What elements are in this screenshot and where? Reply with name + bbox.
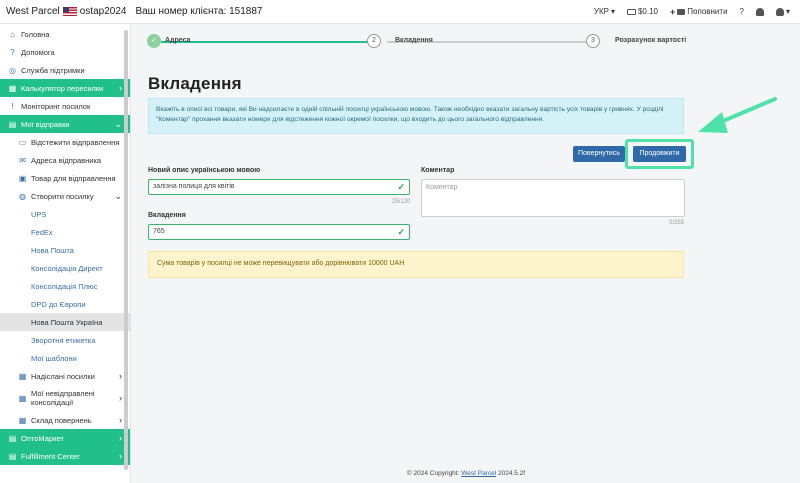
chevron-right-icon: › xyxy=(119,371,122,381)
track-icon: ▭ xyxy=(18,137,27,147)
chevron-right-icon: › xyxy=(119,415,122,425)
info-alert: Вкажіть в описі всі товари, які Ви надси… xyxy=(148,98,684,134)
sidebar-item-support[interactable]: ◎ Служба підтримки xyxy=(0,61,130,79)
support-icon: ◎ xyxy=(9,65,16,75)
brand-name[interactable]: West Parcel xyxy=(6,6,60,17)
sidebar-item-returns-warehouse[interactable]: ▦ Склад повернень › xyxy=(0,411,130,429)
sidebar-item-templates[interactable]: Мої шаблони xyxy=(0,349,130,367)
chevron-right-icon: › xyxy=(119,451,122,461)
sidebar-item-fedex[interactable]: FedEx xyxy=(0,223,130,241)
sidebar-item-my-shipments[interactable]: ▤ Мої відправки ⌄ xyxy=(0,115,130,133)
sidebar-item-optomarket[interactable]: ▤ ОптоМаркет › xyxy=(0,429,130,447)
description-input[interactable]: залізна полиця для квітів ✓ xyxy=(148,179,410,195)
chevron-right-icon: › xyxy=(119,392,122,403)
user-icon xyxy=(775,7,784,16)
check-icon: ✓ xyxy=(397,227,405,237)
sidebar-item-create-parcel[interactable]: ◍ Створити посилку ⌄ xyxy=(0,187,130,205)
sidebar-item-monitoring[interactable]: ! Моніторинг посилок xyxy=(0,97,130,115)
sidebar-item-dpd-europe[interactable]: DPD до Європи xyxy=(0,295,130,313)
comment-textarea[interactable]: Коментар xyxy=(421,179,685,217)
calculator-icon: ▦ xyxy=(8,83,17,93)
caret-down-icon: ▾ xyxy=(610,7,615,16)
help-link[interactable]: ? xyxy=(740,7,744,16)
sidebar-item-ups[interactable]: UPS xyxy=(0,205,130,223)
user-menu[interactable]: ▾ xyxy=(775,7,790,16)
create-icon: ◍ xyxy=(19,191,26,201)
client-number: Ваш номер клієнта: 151887 xyxy=(135,6,263,17)
next-button[interactable]: Продовжити xyxy=(633,146,686,162)
warehouse-icon: ▦ xyxy=(18,415,27,425)
plus-icon: + xyxy=(670,6,676,17)
fulfillment-icon: ▤ xyxy=(8,451,17,461)
sidebar-item-nova-poshta[interactable]: Нова Пошта xyxy=(0,241,130,259)
username[interactable]: ostap2024 xyxy=(80,6,127,17)
comment-label: Коментар xyxy=(421,167,455,174)
sidebar-scrollbar[interactable] xyxy=(124,30,128,470)
step-3-label: Розрахунок вартості xyxy=(615,37,687,44)
language-selector[interactable]: УКР ▾ xyxy=(594,7,615,16)
balance[interactable]: $0.10 xyxy=(626,7,658,16)
progress-steps: ✓ Адреса 2 Вкладення 3 Розрахунок вартос… xyxy=(147,33,707,49)
brand[interactable]: West Parcel ostap2024 xyxy=(0,6,126,17)
step-line-complete xyxy=(161,41,373,43)
check-icon: ✓ xyxy=(397,182,405,192)
footer: © 2024 Copyright: West Parcel 2024.5.2f xyxy=(406,470,526,477)
chevron-right-icon: › xyxy=(119,433,122,443)
sidebar-item-track[interactable]: ▭ Відстежити відправлення xyxy=(0,133,130,151)
comment-counter: 0/255 xyxy=(669,220,685,226)
unsent-icon: ▦ xyxy=(18,393,27,403)
step-3-number: 3 xyxy=(586,34,600,48)
step-2-number: 2 xyxy=(367,34,381,48)
sidebar-item-sender-address[interactable]: ✉ Адреса відправника xyxy=(0,151,130,169)
next-button-highlight: Продовжити xyxy=(625,139,694,169)
sidebar-item-nova-poshta-ukraine[interactable]: Нова Пошта Україна xyxy=(0,313,130,331)
sidebar-item-calculator[interactable]: ▦ Калькулятор пересилки › xyxy=(0,79,130,97)
contents-value-input[interactable]: 765 ✓ xyxy=(148,224,410,240)
topup-button[interactable]: + Поповнити xyxy=(670,7,728,17)
step-1-label: Адреса xyxy=(165,37,191,44)
contents-value: 765 xyxy=(153,228,165,235)
shipments-icon: ▤ xyxy=(8,119,17,129)
contents-label: Вкладення xyxy=(148,212,186,219)
sidebar-item-consolidation-plus[interactable]: Консолідація Плюс xyxy=(0,277,130,295)
caret-down-icon: ▾ xyxy=(785,7,790,16)
address-icon: ✉ xyxy=(19,155,26,165)
sidebar-item-fulfillment[interactable]: ▤ Fulfillment Center › xyxy=(0,447,130,465)
main-content: ✓ Адреса 2 Вкладення 3 Розрахунок вартос… xyxy=(132,24,800,483)
description-counter: 25/120 xyxy=(392,199,411,205)
sidebar-item-home[interactable]: ⌂ Головна xyxy=(0,25,130,43)
footer-link[interactable]: West Parcel xyxy=(461,470,496,477)
chevron-down-icon: ⌄ xyxy=(114,118,122,129)
us-flag-icon xyxy=(62,7,77,16)
money-icon xyxy=(626,8,636,15)
bell-icon xyxy=(755,7,764,16)
chevron-right-icon: › xyxy=(119,83,122,93)
page-title: Вкладення xyxy=(148,74,242,93)
back-button[interactable]: Повернутись xyxy=(573,146,625,162)
warning-alert: Сума товарів у посилці не може перевищув… xyxy=(148,251,684,278)
sidebar-item-help[interactable]: ? Допомога xyxy=(0,43,130,61)
notifications-button[interactable] xyxy=(755,7,764,16)
cart-icon: ▤ xyxy=(8,433,17,443)
description-value: залізна полиця для квітів xyxy=(153,183,235,190)
sidebar-item-return-label[interactable]: Зворотня етикетка xyxy=(0,331,130,349)
step-2-label: Вкладення xyxy=(395,37,433,44)
description-label: Новий опис українською мовою xyxy=(148,167,261,174)
sidebar-item-goods[interactable]: ▣ Товар для відправлення xyxy=(0,169,130,187)
sidebar-item-sent-parcels[interactable]: ▦ Надіслані посилки › xyxy=(0,367,130,385)
chevron-down-icon: ⌄ xyxy=(114,190,122,201)
sidebar: ⌂ Головна ? Допомога ◎ Служба підтримки ▦ Ка… xyxy=(0,24,131,483)
video-icon xyxy=(677,8,686,15)
help-icon: ? xyxy=(10,47,15,57)
box-icon: ▣ xyxy=(18,173,27,183)
home-icon: ⌂ xyxy=(10,29,15,39)
alert-icon: ! xyxy=(11,101,14,111)
sent-icon: ▦ xyxy=(18,371,27,381)
top-navbar: West Parcel ostap2024 Ваш номер клієнта:… xyxy=(0,0,800,24)
sidebar-item-unsent-consolidations[interactable]: ▦ Мої невідправлені консолідації › xyxy=(0,385,130,411)
sidebar-item-consolidation-direct[interactable]: Консолідація Директ xyxy=(0,259,130,277)
step-1-check-icon: ✓ xyxy=(147,34,161,48)
